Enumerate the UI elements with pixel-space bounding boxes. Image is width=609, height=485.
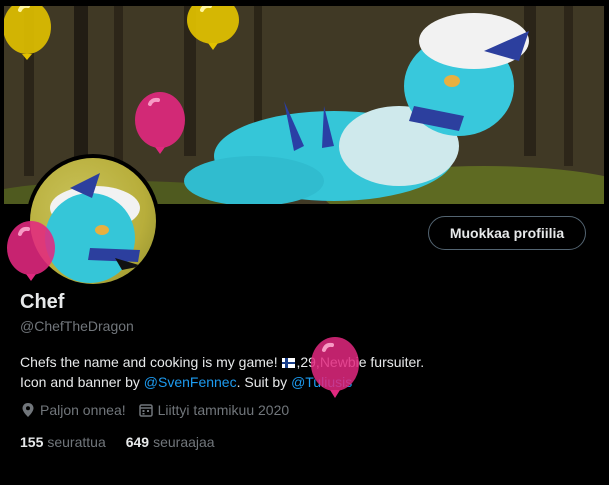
finland-flag-icon <box>282 358 296 368</box>
followers-label: seuraajaa <box>153 434 215 450</box>
location-text: Paljon onnea! <box>40 402 126 418</box>
location-icon <box>22 403 34 417</box>
profile-meta: Paljon onnea! Liittyi tammikuu 2020 <box>20 402 301 418</box>
bio-mention-link[interactable]: @SvenFennec <box>144 374 237 390</box>
profile-bio: Chefs the name and cooking is my game! ,… <box>20 352 580 392</box>
display-name: Chef <box>20 291 65 313</box>
balloon-icon <box>7 221 55 281</box>
balloon-icon <box>4 6 51 60</box>
followers-link[interactable]: 649 seuraajaa <box>126 434 215 450</box>
followers-count: 649 <box>125 434 150 450</box>
bio-text: Chefs the name and cooking is my game! <box>20 354 282 370</box>
bio-text: . Suit by <box>236 374 292 390</box>
balloon-icon <box>135 92 185 154</box>
joined-item: Liittyi tammikuu 2020 <box>138 402 290 418</box>
location-item: Paljon onnea! <box>20 402 126 418</box>
following-count: 155 <box>20 434 44 450</box>
bio-text: Icon and banner by <box>20 374 144 390</box>
edit-profile-button[interactable]: Muokkaa profiilia <box>428 216 586 250</box>
balloon-icon <box>311 337 359 398</box>
joined-text: Liittyi tammikuu 2020 <box>157 402 290 418</box>
following-link[interactable]: 155 seurattua <box>20 434 106 450</box>
user-handle: @ChefTheDragon <box>20 318 134 334</box>
follow-stats: 155 seurattua 649 seuraajaa <box>20 434 235 450</box>
profile-panel: Muokkaa profiilia Chef @ChefTheDragon Ch… <box>4 6 604 485</box>
calendar-icon <box>138 404 153 417</box>
balloon-icon <box>187 6 239 50</box>
following-label: seurattua <box>47 434 106 450</box>
